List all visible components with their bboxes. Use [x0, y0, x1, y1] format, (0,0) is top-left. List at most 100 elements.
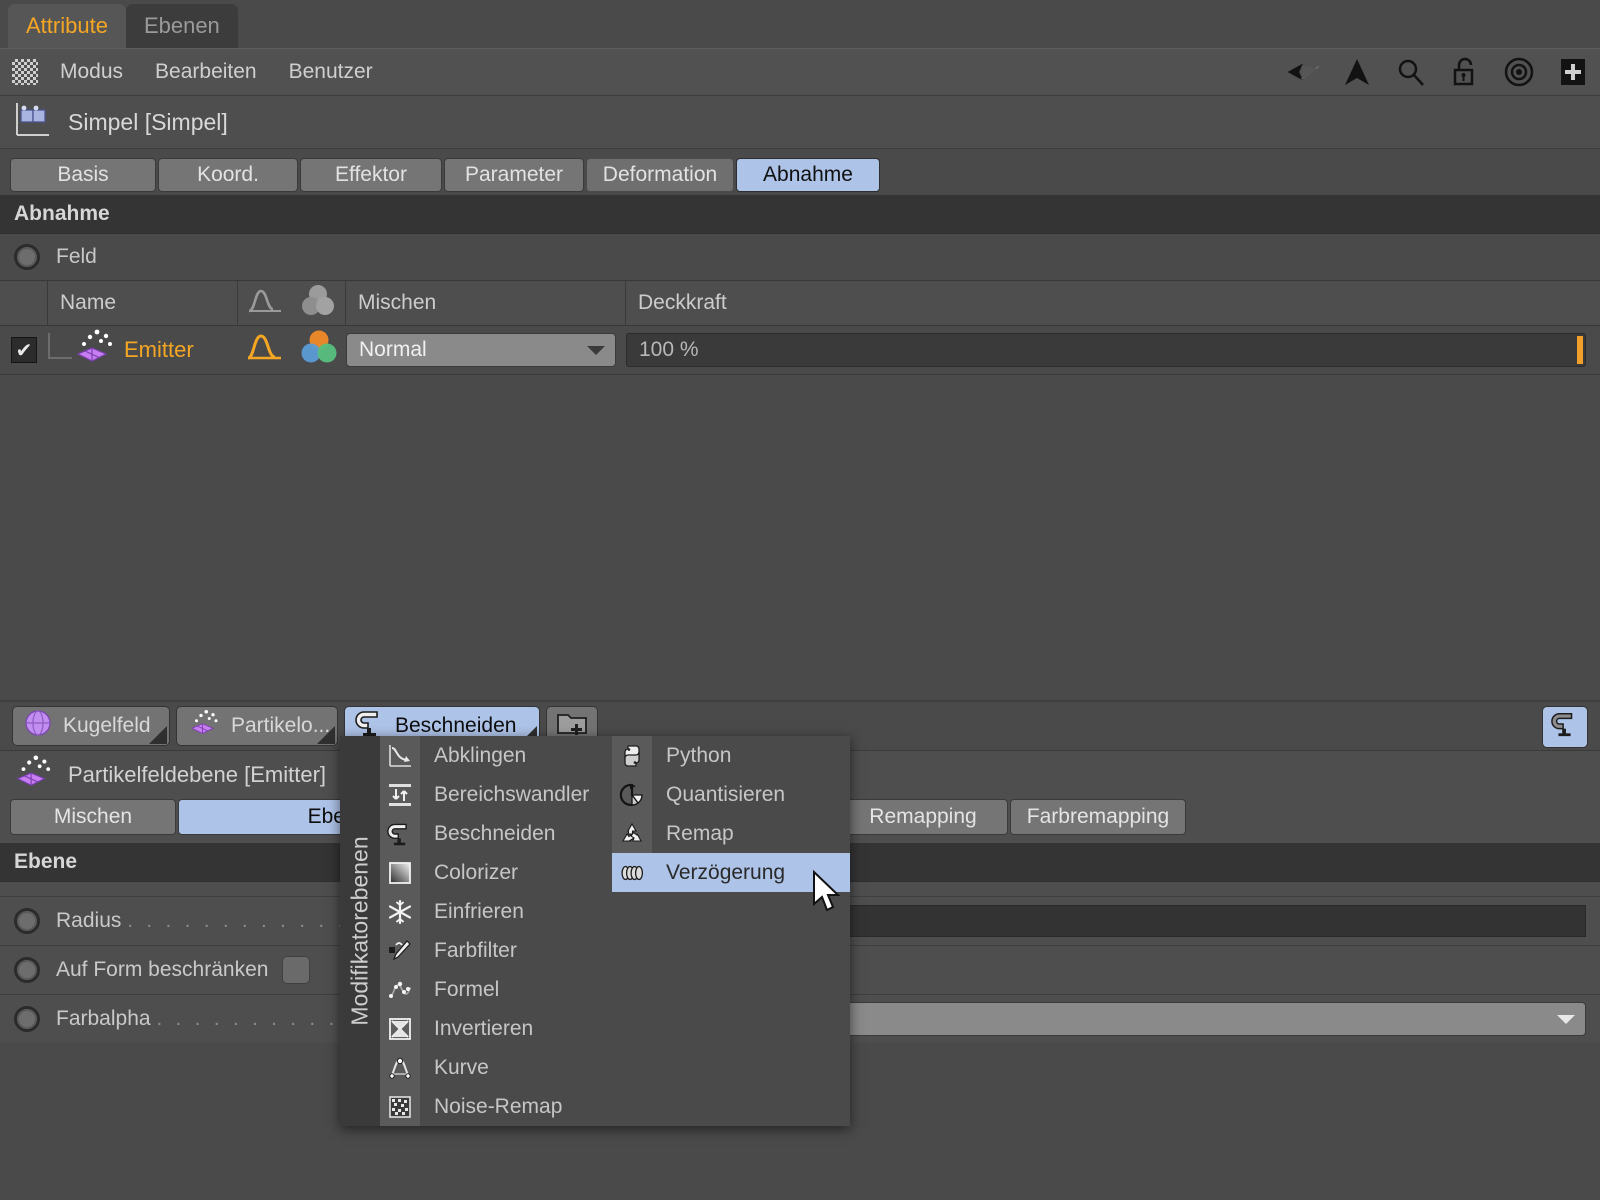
falloff-icon — [380, 736, 420, 775]
blend-mode-combo[interactable]: Normal — [346, 333, 616, 367]
grip-dots-icon[interactable] — [12, 59, 38, 85]
tab-deformation-label: Deformation — [602, 163, 718, 186]
menu-item-bereichswandler-label: Bereichswandler — [434, 782, 590, 806]
menu-item-quantisieren-label: Quantisieren — [666, 782, 786, 806]
menu-item-farbfilter[interactable]: Farbfilter — [380, 931, 612, 970]
tab-koord-label: Koord. — [197, 163, 259, 186]
menu-item-formel[interactable]: Formel — [380, 970, 612, 1009]
popup-vertical-strip: Modifikatorebenen — [340, 736, 380, 1126]
object-title: Simpel [Simpel] — [68, 108, 228, 135]
radius-radio[interactable] — [14, 908, 40, 934]
menu-item-kurve[interactable]: Kurve — [380, 1048, 612, 1087]
tab-basis-label: Basis — [57, 163, 109, 186]
search-icon[interactable] — [1394, 55, 1428, 89]
tab-effektor[interactable]: Effektor — [300, 158, 442, 192]
tree-line — [48, 333, 72, 359]
curve-icon — [247, 285, 283, 321]
table-row[interactable]: ✔ Emitter Normal 100 % — [0, 326, 1600, 374]
row-name-cell: Emitter — [48, 326, 238, 374]
target-icon[interactable] — [1502, 55, 1536, 89]
auf-form-radio[interactable] — [14, 957, 40, 983]
row-blend-cell: Normal — [346, 326, 626, 374]
menu-item-kurve-label: Kurve — [434, 1055, 489, 1079]
blend-mode-value: Normal — [359, 338, 427, 361]
menu-item-formel-label: Formel — [434, 977, 500, 1001]
unlock-icon[interactable] — [1448, 55, 1482, 89]
menu-item-benutzer[interactable]: Benutzer — [273, 60, 389, 84]
section-header-ebene-label: Ebene — [14, 850, 78, 873]
row-icon-cell — [238, 326, 346, 374]
invert-icon — [380, 1009, 420, 1048]
toolbar-partikel-corner — [317, 726, 335, 744]
toolbar-button-kugelfeld[interactable]: Kugelfeld — [12, 706, 170, 746]
menu-item-einfrieren-label: Einfrieren — [434, 899, 524, 923]
toolbar-button-partikel[interactable]: Partikelo... — [176, 706, 338, 746]
field-list-empty-area[interactable] — [0, 374, 1600, 700]
tab-mischen[interactable]: Mischen — [10, 799, 176, 835]
plus-box-icon[interactable] — [1556, 55, 1590, 89]
tab-basis[interactable]: Basis — [10, 158, 156, 192]
tab-koord[interactable]: Koord. — [158, 158, 298, 192]
menu-item-colorizer-label: Colorizer — [434, 860, 519, 884]
opacity-value: 100 % — [639, 338, 699, 361]
tab-attribute[interactable]: Attribute — [8, 4, 126, 48]
farbalpha-radio[interactable] — [14, 1006, 40, 1032]
tab-deformation[interactable]: Deformation — [586, 158, 734, 192]
feld-row: Feld — [0, 234, 1600, 280]
back-arrow-icon[interactable] — [1286, 55, 1320, 89]
chevron-down-icon — [1557, 1014, 1575, 1024]
tab-ebenen[interactable]: Ebenen — [125, 4, 238, 48]
tab-effektor-label: Effektor — [335, 163, 407, 186]
up-arrow-icon[interactable] — [1340, 55, 1374, 89]
python-icon — [612, 736, 652, 775]
popup-column-2: Python Quantisieren Remap Verzögerung — [612, 736, 850, 1126]
menu-item-quantisieren[interactable]: Quantisieren — [612, 775, 850, 814]
toolbar-right-clamp-button[interactable] — [1542, 706, 1588, 748]
popup-column-1: Abklingen Bereichswandler Beschneiden Co… — [380, 736, 612, 1126]
menu-item-invertieren-label: Invertieren — [434, 1016, 534, 1040]
menu-item-python-label: Python — [666, 743, 732, 767]
rgb-circles-icon[interactable] — [300, 329, 338, 371]
row-opacity-cell: 100 % — [626, 326, 1600, 374]
section-header-label: Abnahme — [14, 202, 110, 225]
menu-item-einfrieren[interactable]: Einfrieren — [380, 892, 612, 931]
mouse-cursor — [812, 869, 844, 922]
feld-radio[interactable] — [14, 244, 40, 270]
menu-bar: Modus Bearbeiten Benutzer — [0, 48, 1600, 96]
menu-item-remap[interactable]: Remap — [612, 814, 850, 853]
menu-item-python[interactable]: Python — [612, 736, 850, 775]
menu-item-farbfilter-label: Farbfilter — [434, 938, 517, 962]
row-name-label: Emitter — [124, 337, 194, 362]
menu-item-colorizer[interactable]: Colorizer — [380, 853, 612, 892]
field-list: Name Mischen Deckkraft ✔ Emitter Normal … — [0, 280, 1600, 700]
menu-item-bearbeiten[interactable]: Bearbeiten — [139, 60, 273, 84]
col-check — [0, 281, 48, 325]
menu-item-modus[interactable]: Modus — [44, 60, 139, 84]
chevron-down-icon — [587, 345, 605, 355]
menu-item-abklingen[interactable]: Abklingen — [380, 736, 612, 775]
field-list-header: Name Mischen Deckkraft — [0, 281, 1600, 326]
tab-parameter-label: Parameter — [464, 163, 564, 186]
tab-abnahme[interactable]: Abnahme — [736, 158, 880, 192]
menu-item-bereichswandler[interactable]: Bereichswandler — [380, 775, 612, 814]
menu-item-invertieren[interactable]: Invertieren — [380, 1009, 612, 1048]
row-checkbox[interactable]: ✔ — [11, 337, 37, 363]
menu-item-beschneiden[interactable]: Beschneiden — [380, 814, 612, 853]
clamp-icon — [380, 814, 420, 853]
farbalpha-dots: . . . . . . . . . . . — [156, 1007, 358, 1030]
clamp-icon — [1551, 710, 1579, 744]
tab-remapping[interactable]: Remapping — [838, 799, 1008, 835]
toolbar-kugelfeld-corner — [149, 726, 167, 744]
section-header-abnahme: Abnahme — [0, 195, 1600, 234]
tab-farbremapping[interactable]: Farbremapping — [1010, 799, 1186, 835]
tab-farbremapping-label: Farbremapping — [1026, 805, 1170, 828]
sphere-field-icon — [23, 708, 53, 744]
opacity-field[interactable]: 100 % — [626, 333, 1586, 367]
rgb-circles-icon — [300, 283, 336, 323]
tab-parameter[interactable]: Parameter — [444, 158, 584, 192]
menu-item-noise-remap[interactable]: Noise-Remap — [380, 1087, 612, 1126]
curve-icon[interactable] — [246, 331, 284, 369]
row-checkbox-cell: ✔ — [0, 326, 48, 374]
auf-form-toggle[interactable] — [282, 956, 311, 984]
opacity-marker — [1577, 336, 1583, 364]
